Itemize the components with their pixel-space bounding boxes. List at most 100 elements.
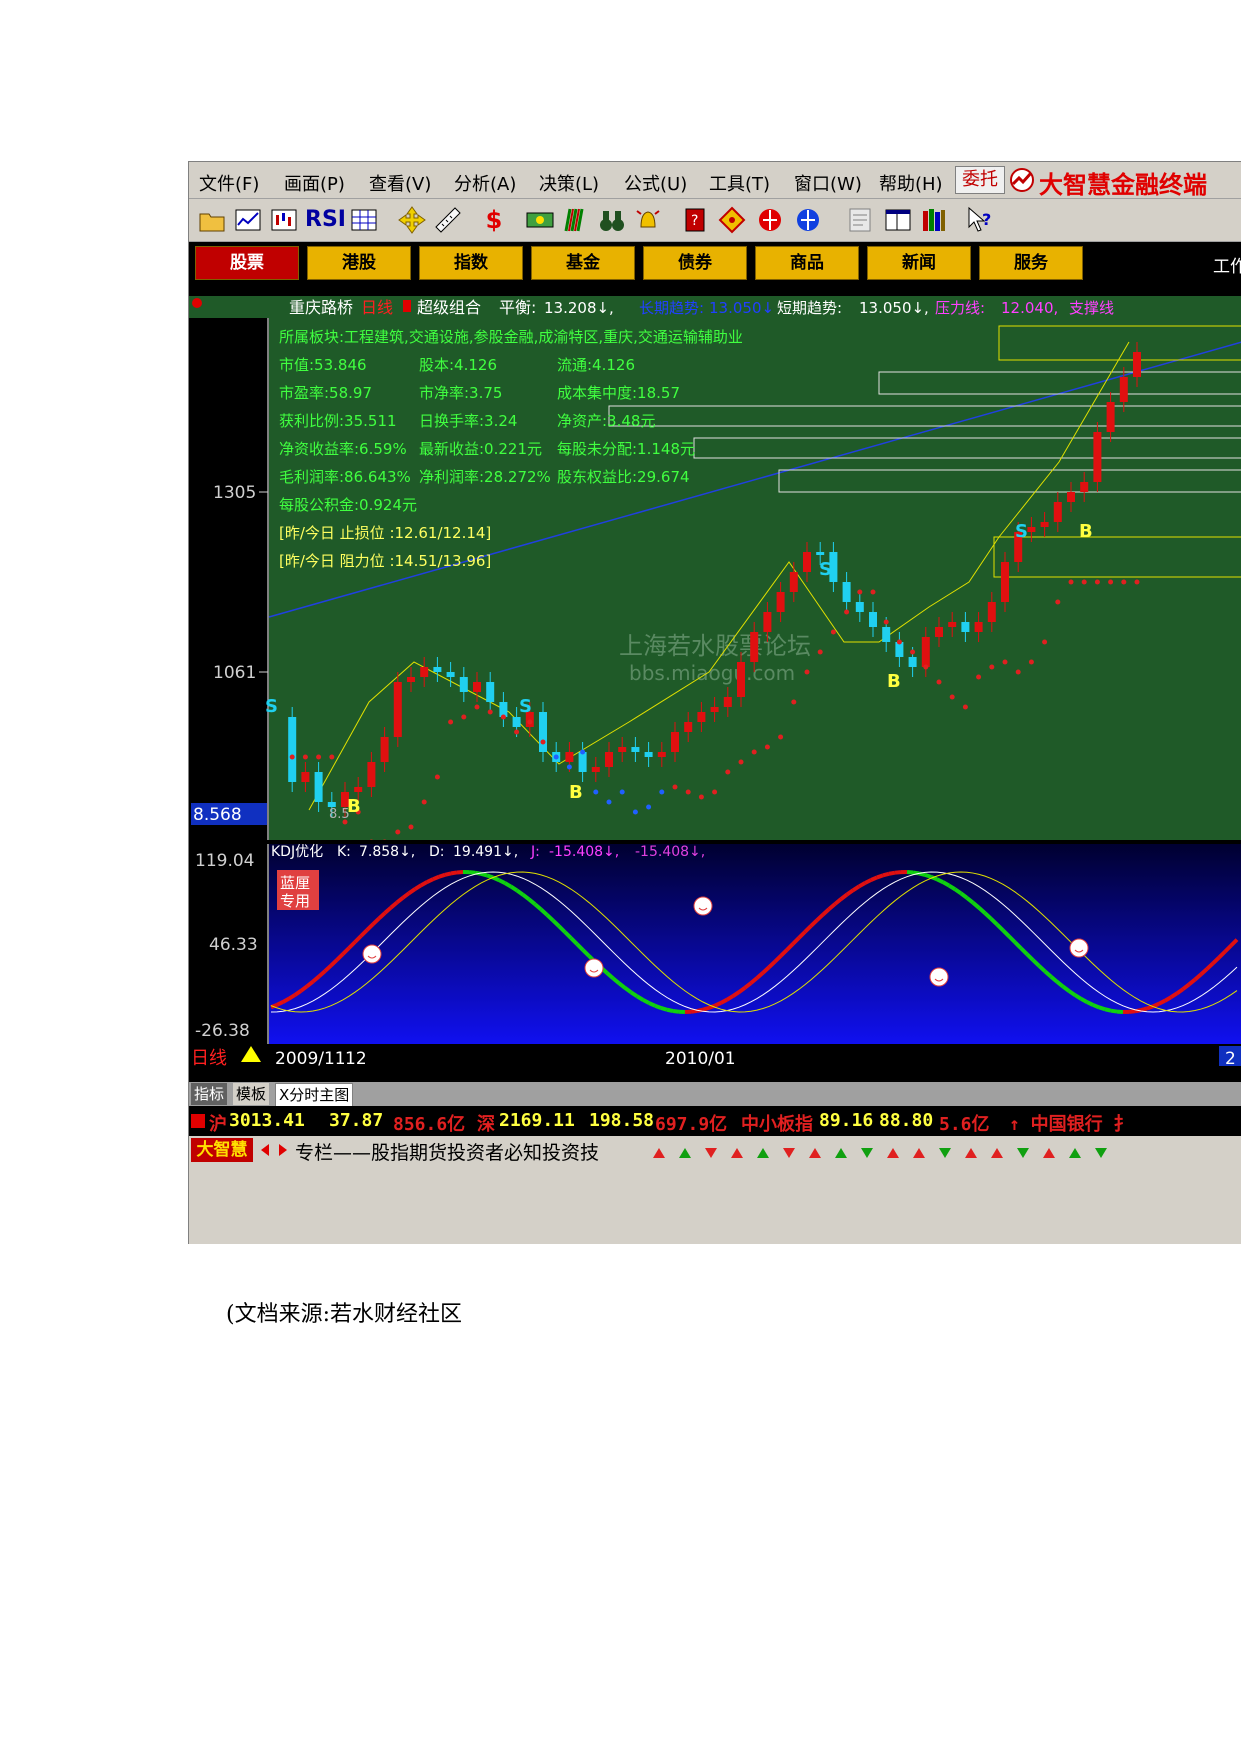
kdj-k-label: K: [337,844,351,860]
grid-table-icon[interactable] [349,205,379,235]
j-line-segment [438,872,446,879]
balance-label: 平衡: [499,298,536,317]
nav-news[interactable]: 新闻 [867,246,971,280]
pressure-label: 压力线: [935,299,985,317]
chart-window-icon[interactable] [233,205,263,235]
money-icon[interactable] [525,205,555,235]
info-cell: 净资产:3.48元 [557,412,655,430]
settings-gear-icon[interactable] [192,298,202,308]
candle [1080,482,1089,492]
nav-commodities[interactable]: 商品 [755,246,859,280]
menu-file[interactable]: 文件(F) [199,170,259,196]
j-line-segment [672,1009,680,1014]
menu-decision[interactable]: 决策(L) [539,170,599,196]
menu-screen[interactable]: 画面(P) [284,170,345,196]
diamond-icon[interactable] [717,205,747,235]
alarm-bell-icon[interactable] [633,205,663,235]
chart-period: 日线 [361,298,393,317]
binoculars-icon[interactable] [597,205,627,235]
candle [776,592,785,612]
index-ticker[interactable]: 沪 3013.41 37.87 856.6亿 深 2169.11 198.58 … [189,1106,1241,1136]
menu-analysis[interactable]: 分析(A) [454,170,516,196]
menu-help[interactable]: 帮助(H) [879,170,943,196]
info-sector: 所属板块:工程建筑,交通设施,参股金融,成渝特区,重庆,交通运输辅助业 [279,328,743,346]
arrow-down-icon [705,1148,717,1158]
menu-window[interactable]: 窗口(W) [794,170,862,196]
sh-change: 37.87 [329,1110,384,1131]
support-dot [395,829,401,835]
kdj-pane[interactable] [269,844,1241,1044]
j-line-segment [1152,1001,1160,1009]
support-dot [421,799,427,805]
bank-quote: ↑ 中国银行 扌 [1009,1114,1132,1135]
open-folder-icon[interactable] [197,205,227,235]
move-arrows-icon[interactable] [397,205,427,235]
nav-funds[interactable]: 基金 [531,246,635,280]
candle [578,752,587,772]
ruler-icon[interactable] [433,205,463,235]
menu-tools[interactable]: 工具(T) [709,170,770,196]
rsi-button[interactable]: RSI [305,205,346,235]
news-headline[interactable]: 专栏——股指期货投资者必知投资技 [295,1138,599,1165]
menu-bar: 文件(F) 画面(P) 查看(V) 分析(A) 决策(L) 公式(U) 工具(T… [189,162,1241,199]
j-line-segment [654,1003,662,1010]
support-dot [1015,669,1021,675]
chart-area[interactable]: 1549 1305 1061 8.568 819 重庆路桥 日线 超级组合 平衡… [189,282,1241,1082]
menu-formula[interactable]: 公式(U) [624,170,687,196]
buy-marker: B [1079,521,1093,542]
books-icon[interactable] [919,205,949,235]
support-dot [448,719,454,725]
blue-globe-icon[interactable] [793,205,823,235]
news-bar[interactable]: 大智慧 专栏——股指期货投资者必知投资技 [189,1136,1241,1164]
info-cell: 毛利润率:86.643% [279,468,411,486]
j-line-segment [432,874,440,882]
candle [763,612,772,632]
tab-intraday-main[interactable]: X分时主图 [275,1083,354,1107]
bars-icon[interactable] [561,205,591,235]
window-layout-icon[interactable] [883,205,913,235]
red-globe-icon[interactable] [755,205,785,235]
j-line-segment [276,1000,284,1007]
candle [974,622,983,632]
nav-services[interactable]: 服务 [979,246,1083,280]
j-line-segment [426,877,434,884]
notepad-icon[interactable] [845,205,875,235]
tab-indicators[interactable]: 指标 [191,1083,228,1105]
j-line-segment [714,1001,722,1008]
kdj-badge-line: 专用 [280,892,310,910]
menu-view[interactable]: 查看(V) [369,170,431,196]
scroll-arrows-icon[interactable] [259,1142,289,1158]
resistance-text: [昨/今日 阻力位 :14.51/13.96] [279,552,491,570]
j-line-segment [642,998,650,1005]
info-cell: 净资收益率:6.59% [279,440,407,458]
candle [644,752,653,757]
support-dot [910,649,916,655]
support-dot [672,784,678,790]
nav-bonds[interactable]: 债券 [643,246,747,280]
nav-hk-stocks[interactable]: 港股 [307,246,411,280]
candle [486,682,495,702]
dollar-button[interactable]: $ [479,205,509,235]
kline-window-icon[interactable] [269,205,299,235]
nav-work[interactable]: 工作 [1213,252,1241,277]
candle [1001,562,1009,602]
delegate-button[interactable]: 委托 [955,166,1005,194]
help-book-icon[interactable]: ? [681,205,711,235]
smiley-icon [929,967,949,987]
help-pointer-icon[interactable]: ? [965,205,995,235]
support-dot [553,754,559,760]
support-dot [434,774,440,780]
support-dot [1121,579,1127,585]
sell-marker: S [1015,521,1028,542]
support-dot [962,704,968,710]
candle [473,682,481,692]
support-dot [738,759,744,765]
support-dot [778,734,784,740]
support-dot [817,649,823,655]
info-cell: 市值:53.846 [279,356,367,374]
tab-templates[interactable]: 模板 [233,1083,270,1105]
candle [882,627,891,642]
candle [789,572,798,592]
nav-stocks[interactable]: 股票 [195,246,299,280]
nav-index[interactable]: 指数 [419,246,523,280]
